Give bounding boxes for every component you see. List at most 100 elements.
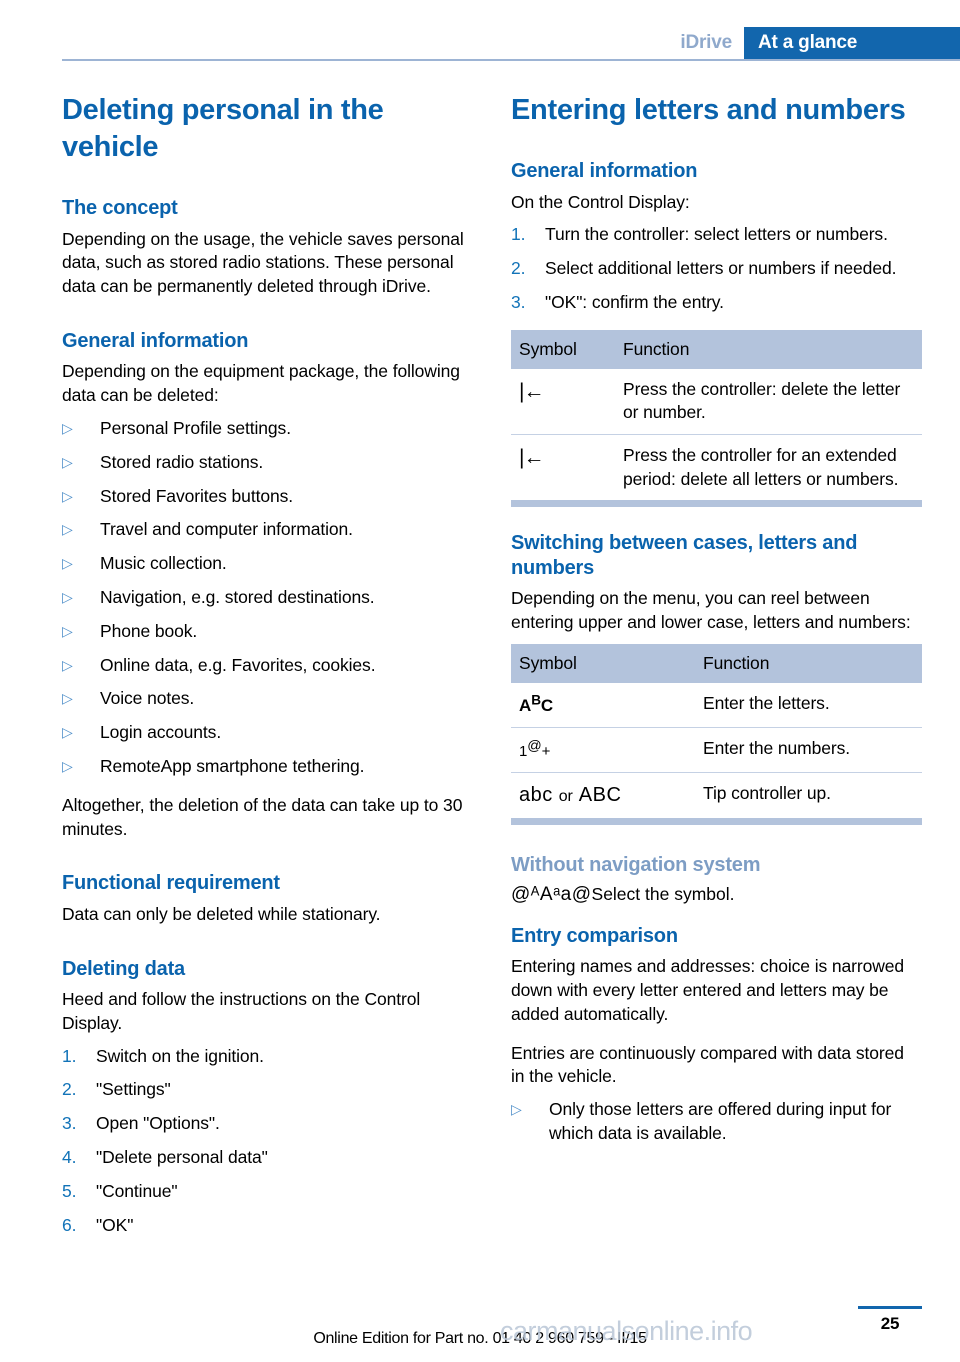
cell-function: Enter the numbers.	[695, 727, 922, 773]
list-item-label: Stored Favorites buttons.	[100, 485, 294, 506]
list-item-label: Online data, e.g. Favorites, cookies.	[100, 654, 376, 675]
list-item-label: Login accounts.	[100, 722, 222, 743]
list-item: ▷ Only those letters are offered during i…	[511, 1098, 922, 1146]
backspace-long-icon: |←	[519, 445, 544, 469]
step-label: Open "Options".	[96, 1113, 220, 1134]
cell-symbol: |←	[511, 368, 615, 435]
right-column: Entering letters and numbers General inf…	[511, 92, 922, 1252]
cell-function: Press the controller for an extended per…	[623, 444, 899, 489]
table-row: ABC Enter the letters.	[511, 682, 922, 729]
list-item-label: Travel and computer information.	[100, 519, 353, 540]
right-page-title: Entering letters and numbers	[511, 94, 906, 126]
list-item: 1. Turn the controller: select letters or…	[511, 223, 922, 247]
list-item-label: Voice notes.	[100, 688, 195, 709]
list-item-label: Stored radio stations.	[100, 451, 264, 472]
heading-entry-comparison: Entry comparison	[511, 924, 678, 947]
list-item: ▷ Online data, e.g. Favorites, cookies.	[62, 654, 473, 678]
cell-function: Press the controller: delete the letter …	[615, 368, 922, 435]
paragraph-entry-comparison-2: Entries are continuously compared with d…	[511, 1042, 904, 1087]
column-header-function: Function	[615, 329, 922, 369]
list-item: 2. Select additional letters or numbers i…	[511, 257, 922, 281]
table-header-row: Symbol Function	[511, 643, 922, 683]
paragraph-functional-requirement: Data can only be deleted while stationar…	[62, 903, 381, 924]
cell-function: Tip controller up.	[703, 782, 831, 803]
step-number: 4.	[62, 1146, 77, 1167]
step-label: Turn the controller: select letters or n…	[545, 224, 888, 245]
step-label: "Continue"	[96, 1180, 178, 1201]
list-item-label: Phone book.	[100, 620, 198, 641]
triangle-bullet-icon: ▷	[62, 419, 73, 436]
heading-the-concept: The concept	[62, 197, 178, 220]
triangle-bullet-icon: ▷	[62, 588, 73, 605]
page-number-rule	[858, 1306, 922, 1309]
list-item: 2. "Settings"	[62, 1078, 473, 1102]
without-nav-instruction: Select the symbol.	[591, 884, 735, 905]
page-content: Deleting personal in the vehicle The con…	[62, 92, 922, 1252]
table-delete-symbols: Symbol Function |← Press the controller:…	[511, 329, 922, 501]
list-item: ▷ Personal Profile settings.	[62, 417, 473, 441]
step-number: 5.	[62, 1180, 77, 1201]
header-breadcrumb-tabs: iDrive At a glance	[680, 27, 960, 59]
heading-general-information-right: General information	[511, 160, 698, 183]
table-header-row: Symbol Function	[511, 329, 922, 369]
triangle-bullet-icon: ▷	[62, 757, 73, 774]
table-footer-band	[511, 500, 922, 508]
paragraph-deleting-data: Heed and follow the instructions on the …	[62, 988, 421, 1033]
list-item: ▷ Voice notes.	[62, 687, 473, 711]
triangle-bullet-icon: ▷	[511, 1101, 522, 1118]
triangle-bullet-icon: ▷	[62, 724, 73, 741]
triangle-bullet-icon: ▷	[62, 690, 73, 707]
symbol-lowercase-at-icon: a@	[560, 884, 592, 906]
triangle-bullet-icon: ▷	[62, 487, 73, 504]
triangle-bullet-icon: ▷	[62, 521, 73, 538]
list-item: ▷ Stored radio stations.	[62, 451, 473, 475]
letters-mode-icon: ABC	[519, 692, 554, 716]
paragraph-control-display: On the Control Display:	[511, 191, 690, 212]
list-item-label: Music collection.	[100, 553, 227, 574]
list-item: 1. Switch on the ignition.	[62, 1045, 473, 1069]
paragraph-switching-cases: Depending on the menu, you can reel betw…	[511, 587, 911, 632]
uppercase-icon: ABC	[578, 783, 622, 806]
breadcrumb-section-idrive[interactable]: iDrive	[680, 27, 744, 59]
list-item: ▷ Phone book.	[62, 620, 473, 644]
column-header-function: Function	[695, 643, 922, 683]
list-item-label: RemoteApp smartphone tethering.	[100, 755, 365, 776]
list-item-label: Navigation, e.g. stored destinations.	[100, 586, 375, 607]
table-row: 1@+ Enter the numbers.	[511, 727, 922, 773]
column-header-symbol: Symbol	[511, 329, 615, 369]
list-item: 4. "Delete personal data"	[62, 1146, 473, 1170]
triangle-bullet-icon: ▷	[62, 555, 73, 572]
step-number: 3.	[62, 1113, 77, 1134]
symbol-at-uppercase-icon: @ᴬ	[511, 884, 540, 906]
table-row: |← Press the controller: delete the lett…	[511, 368, 922, 435]
table-switching-symbols: Symbol Function ABC Enter the letters. 1…	[511, 643, 922, 818]
header-divider	[62, 59, 960, 61]
heading-general-information: General information	[62, 330, 249, 352]
cell-function: Enter the letters.	[695, 682, 922, 729]
cell-symbol: 1@+	[511, 727, 695, 773]
column-header-symbol: Symbol	[511, 643, 695, 683]
step-number: 6.	[62, 1214, 77, 1235]
step-label: "OK"	[96, 1214, 134, 1235]
step-number: 1.	[62, 1045, 77, 1066]
heading-without-navigation-system: Without navigation system	[511, 853, 761, 876]
step-label: Switch on the ignition.	[96, 1045, 264, 1066]
paragraph-the-concept: Depending on the usage, the vehicle save…	[62, 228, 464, 297]
cell-symbol: abc or ABC	[511, 772, 695, 818]
backspace-icon: |←	[519, 379, 544, 403]
list-item-label: Personal Profile settings.	[100, 417, 291, 438]
step-label: "OK": confirm the entry.	[545, 291, 724, 312]
symbol-conjunction: or	[558, 787, 573, 805]
step-label: Select additional letters or numbers if …	[545, 258, 897, 279]
list-item: 3. "OK": confirm the entry.	[511, 291, 922, 315]
step-number: 2.	[511, 258, 526, 279]
paragraph-duration-note: Altogether, the deletion of the data can…	[62, 794, 463, 839]
numbers-mode-icon: 1@+	[519, 738, 551, 761]
page-footer: 25 Online Edition for Part no. 01 40 2 9…	[0, 1296, 960, 1362]
breadcrumb-section-at-a-glance[interactable]: At a glance	[744, 27, 960, 59]
triangle-bullet-icon: ▷	[62, 656, 73, 673]
footer-edition-note: Online Edition for Part no. 01 40 2 960 …	[313, 1330, 647, 1347]
paragraph-entry-comparison-1: Entering names and addresses: choice is …	[511, 956, 905, 1024]
list-item: 6. "OK"	[62, 1214, 473, 1238]
cell-symbol: ABC	[511, 682, 695, 729]
